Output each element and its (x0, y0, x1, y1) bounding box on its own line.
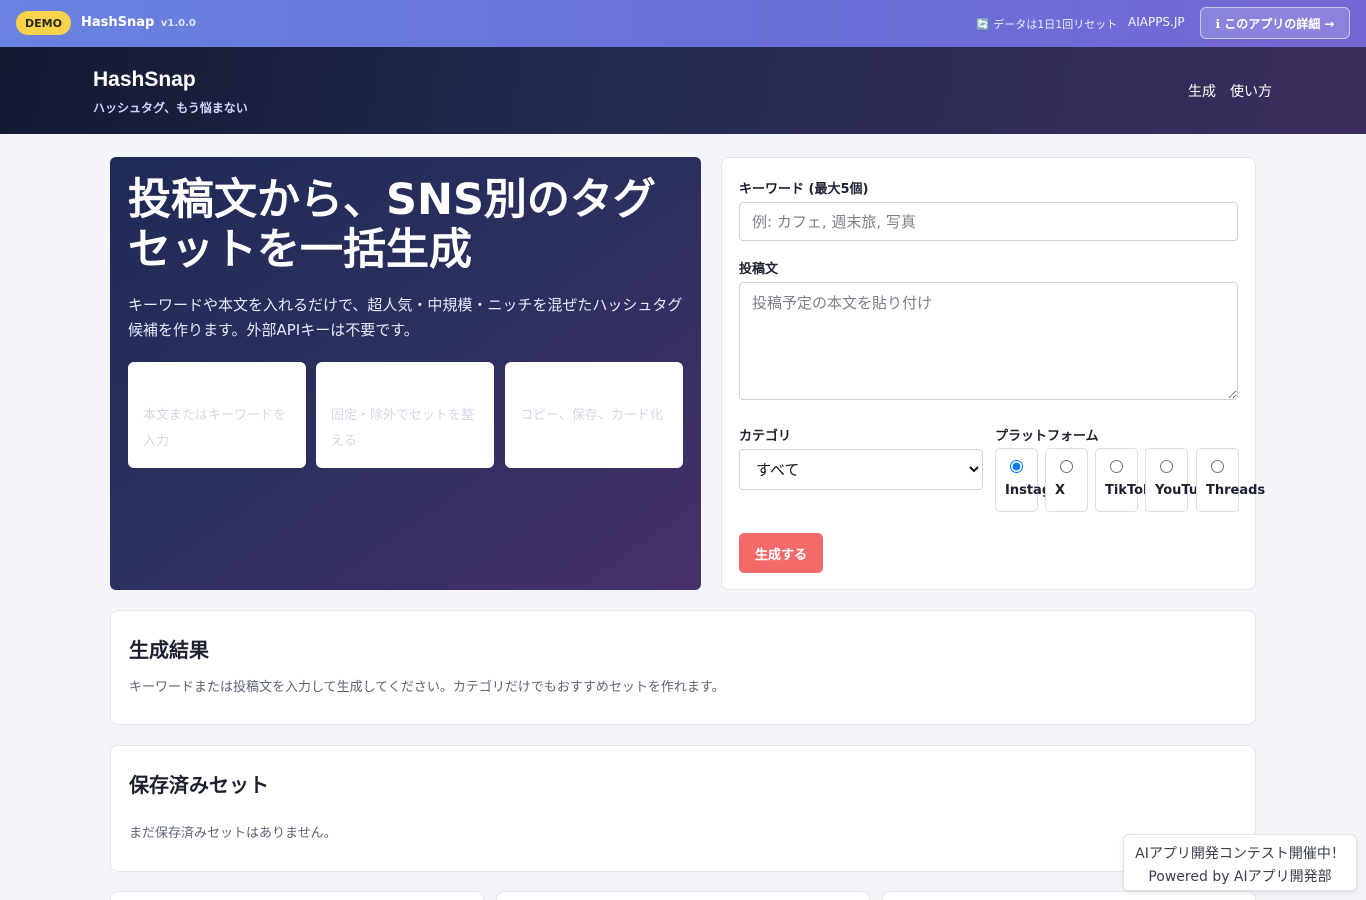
platform-option-instagram[interactable]: Instagram (995, 448, 1061, 512)
platform-radio-tiktok[interactable] (1110, 460, 1123, 473)
contest-banner[interactable]: AIアプリ開発コンテスト開催中！ Powered by AIアプリ開発部 (1123, 834, 1357, 891)
brand-subtitle: ハッシュタグ、もう悩まない (93, 101, 248, 115)
platform-label-x: X (1055, 483, 1066, 498)
step-card-input: 本文またはキーワードを入力 (128, 362, 306, 468)
results-heading: 生成結果 (129, 638, 209, 662)
generate-button[interactable]: 生成する (739, 533, 823, 573)
saved-sets-panel: 保存済みセット まだ保存済みセットはありません。 (110, 745, 1256, 872)
hero-title: 投稿文から、SNS別のタグセットを一括生成 (128, 175, 656, 275)
aiapps-link[interactable]: AIAPPS.JP (1128, 15, 1185, 29)
demo-badge: DEMO (16, 11, 71, 35)
platform-radio-x[interactable] (1060, 460, 1073, 473)
platform-label-threads: Threads (1206, 483, 1266, 498)
hero-description: キーワードや本文を入れるだけで、超人気・中規模・ニッチを混ぜたハッシュタグ候補を… (128, 296, 683, 339)
demo-app-title: HashSnap (81, 15, 155, 30)
step-card-adjust: 固定・除外でセットを整える (316, 362, 494, 468)
keyword-input[interactable] (739, 202, 1238, 241)
generator-form: キーワード (最大5個) 投稿文 カテゴリ すべて プラットフォーム Insta… (721, 157, 1265, 590)
platform-option-x[interactable]: X (1045, 448, 1088, 512)
info-card (110, 891, 484, 900)
results-panel: 生成結果 キーワードまたは投稿文を入力して生成してください。カテゴリだけでもおす… (110, 610, 1256, 725)
keyword-label: キーワード (最大5個) (739, 182, 869, 197)
hero-panel: 投稿文から、SNS別のタグセットを一括生成 キーワードや本文を入れるだけで、超人… (110, 157, 701, 590)
platform-radio-instagram[interactable] (1010, 460, 1023, 473)
saved-empty-message: まだ保存済みセットはありません。 (129, 826, 337, 841)
version-label: v1.0.0 (160, 18, 196, 29)
post-label: 投稿文 (739, 262, 779, 277)
platform-option-threads[interactable]: Threads (1196, 448, 1265, 512)
main-nav: 生成 使い方 (1188, 81, 1272, 101)
demo-app-name: HashSnap v1.0.0 (81, 15, 196, 30)
nav-generate-link[interactable]: 生成 (1188, 81, 1216, 101)
platform-option-youtube[interactable]: YouTube (1145, 448, 1205, 512)
site-header: HashSnap ハッシュタグ、もう悩まない 生成 使い方 (0, 47, 1366, 134)
step-card-copy: コピー、保存、カード化 (505, 362, 683, 468)
category-label: カテゴリ (739, 429, 792, 444)
platform-label: プラットフォーム (995, 429, 1099, 444)
brand-title[interactable]: HashSnap (93, 68, 196, 92)
saved-heading: 保存済みセット (129, 773, 269, 797)
info-card (882, 891, 1256, 900)
demo-bar: DEMO HashSnap v1.0.0 🔄 データは1日1回リセット AIAP… (0, 0, 1366, 47)
nav-howto-link[interactable]: 使い方 (1230, 81, 1272, 101)
platform-radio-threads[interactable] (1211, 460, 1224, 473)
platform-radio-youtube[interactable] (1160, 460, 1173, 473)
results-empty-message: キーワードまたは投稿文を入力して生成してください。カテゴリだけでもおすすめセット… (129, 680, 725, 695)
contest-line-1: AIアプリ開発コンテスト開催中！ (1135, 846, 1345, 862)
info-card (496, 891, 870, 900)
reset-note: 🔄 データは1日1回リセット (976, 18, 1118, 31)
platform-option-tiktok[interactable]: TikTok (1095, 448, 1152, 512)
contest-line-2: Powered by AIアプリ開発部 (1148, 869, 1332, 885)
app-detail-button[interactable]: ℹ このアプリの詳細 → (1200, 7, 1350, 39)
category-select[interactable]: すべて (739, 449, 983, 490)
post-text-input[interactable] (739, 282, 1238, 400)
